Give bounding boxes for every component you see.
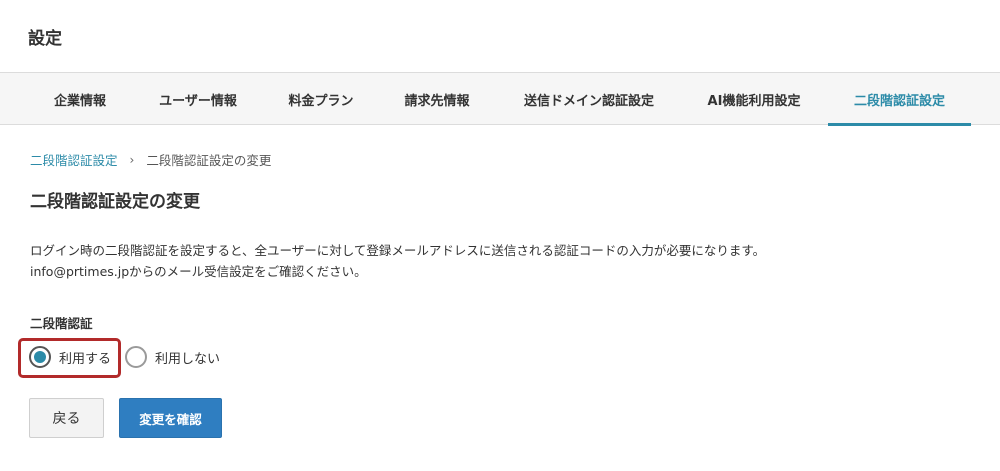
radio-label-enable: 利用する (59, 351, 112, 367)
radio-option-disable[interactable]: 利用しない (125, 345, 220, 369)
tab-ai-feature-settings[interactable]: AI機能利用設定 (694, 73, 814, 125)
radio-label-disable: 利用しない (155, 351, 221, 367)
breadcrumb-parent-link[interactable]: 二段階認証設定 (30, 150, 118, 169)
description-line-2: info@prtimes.jpからのメール受信設定をご確認ください。 (30, 264, 367, 279)
section-description: ログイン時の二段階認証を設定すると、全ユーザーに対して登録メールアドレスに送信さ… (30, 240, 765, 282)
breadcrumb-current: 二段階認証設定の変更 (146, 153, 272, 168)
page-title: 設定 (28, 29, 62, 49)
settings-tab-bar: 企業情報 ユーザー情報 料金プラン 請求先情報 送信ドメイン認証設定 AI機能利… (0, 72, 1000, 126)
breadcrumb-separator: › (129, 152, 135, 167)
tab-sender-domain-auth[interactable]: 送信ドメイン認証設定 (508, 73, 670, 125)
radio-button-disable[interactable] (125, 346, 147, 368)
radio-option-enable[interactable]: 利用する (29, 345, 111, 369)
confirm-change-button[interactable]: 変更を確認 (119, 398, 222, 438)
radio-button-enable[interactable] (29, 346, 51, 368)
tab-two-factor-auth[interactable]: 二段階認証設定 (828, 73, 971, 126)
tab-user-info[interactable]: ユーザー情報 (146, 73, 250, 125)
two-factor-field-label: 二段階認証 (30, 316, 93, 331)
back-button[interactable]: 戻る (29, 398, 104, 438)
settings-page: 設定 企業情報 ユーザー情報 料金プラン 請求先情報 送信ドメイン認証設定 AI… (0, 0, 1000, 471)
tab-pricing-plan[interactable]: 料金プラン (276, 73, 366, 125)
tab-company-info[interactable]: 企業情報 (40, 73, 120, 125)
tab-billing-info[interactable]: 請求先情報 (392, 73, 482, 125)
section-title: 二段階認証設定の変更 (30, 192, 200, 212)
description-line-1: ログイン時の二段階認証を設定すると、全ユーザーに対して登録メールアドレスに送信さ… (30, 243, 766, 258)
radio-selected-dot (34, 351, 46, 363)
breadcrumb: 二段階認証設定 › 二段階認証設定の変更 (30, 150, 271, 169)
